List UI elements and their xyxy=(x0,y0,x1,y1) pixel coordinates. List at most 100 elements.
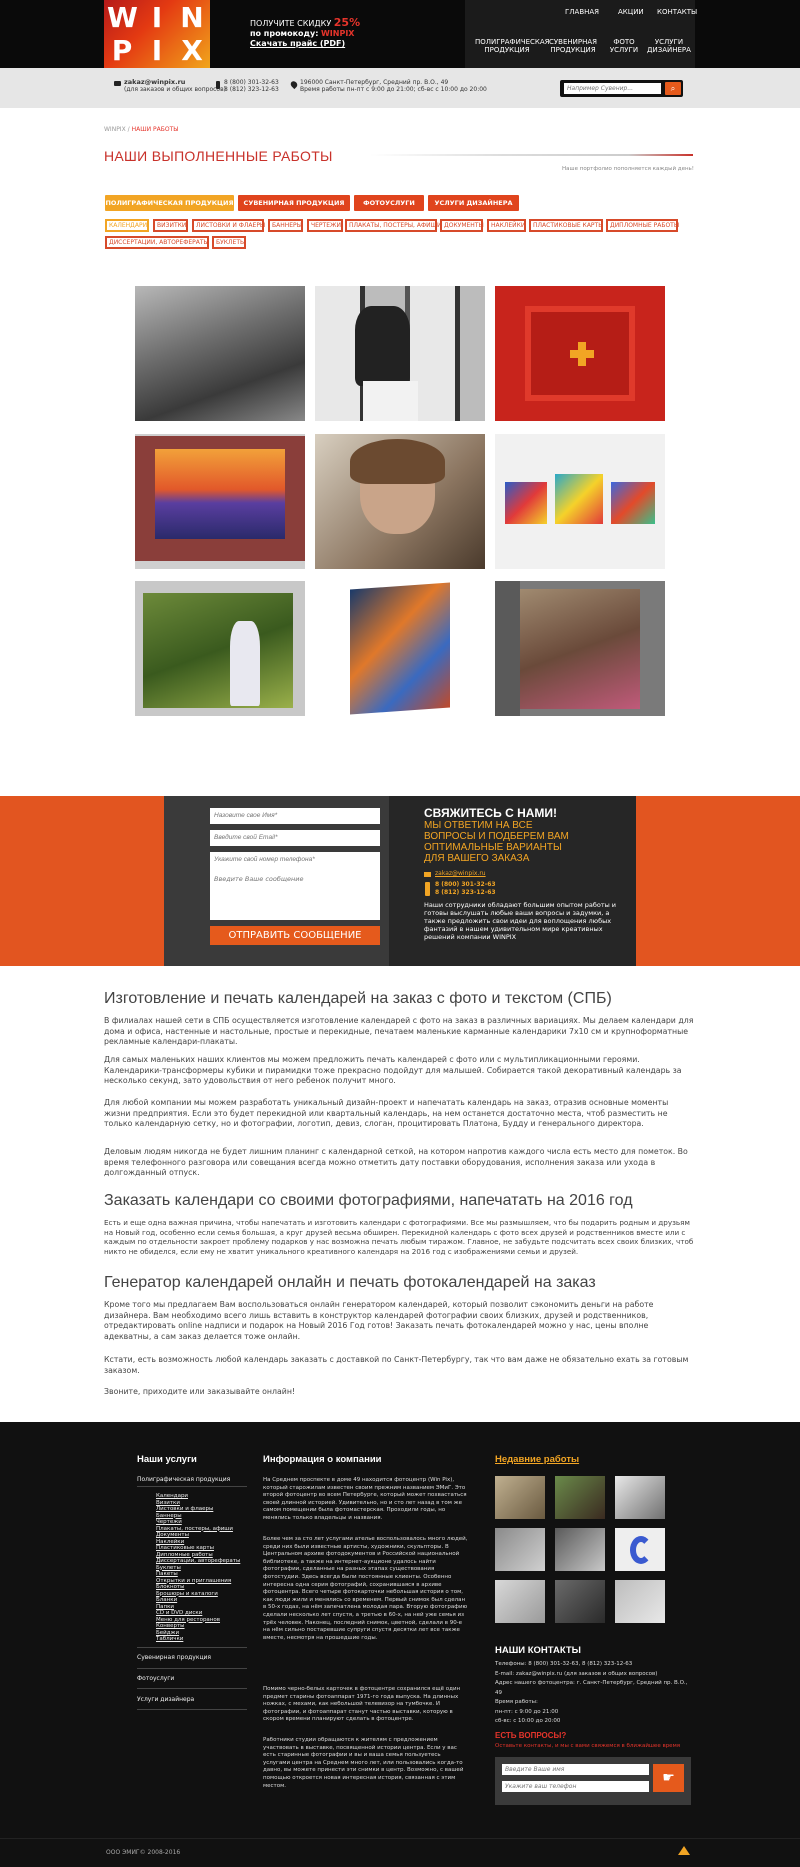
contact-phones: 8 (800) 301-32-63 8 (812) 323-12-63 xyxy=(224,79,279,93)
recent-title[interactable]: Недавние работы xyxy=(495,1454,579,1465)
breadcrumb-current: НАШИ РАБОТЫ xyxy=(131,126,179,133)
tab-polygraphy[interactable]: ПОЛИГРАФИЧЕСКАЯ ПРОДУКЦИЯ xyxy=(105,195,234,211)
nav-contacts[interactable]: КОНТАКТЫ xyxy=(657,8,697,16)
article-paragraph: Кроме того мы предлагаем Вам воспользова… xyxy=(104,1300,654,1341)
divider xyxy=(137,1709,247,1710)
scroll-top-icon[interactable] xyxy=(678,1846,690,1855)
promo-code: WINPIX xyxy=(320,29,355,38)
tab-designer[interactable]: УСЛУГИ ДИЗАЙНЕРА xyxy=(428,195,519,211)
recent-thumb[interactable] xyxy=(555,1580,605,1623)
gallery-photo[interactable] xyxy=(495,434,665,569)
recent-thumb[interactable] xyxy=(495,1580,545,1623)
gallery-photo[interactable] xyxy=(315,581,485,716)
info-title: Информация о компании xyxy=(263,1454,382,1465)
promo-line1: ПОЛУЧИТЕ СКИДКУ xyxy=(250,19,332,28)
tab-photo[interactable]: ФОТОУСЛУГИ xyxy=(354,195,424,211)
gallery-photo[interactable] xyxy=(315,286,485,421)
nav-designer[interactable]: УСЛУГИ ДИЗАЙНЕРА xyxy=(647,38,691,54)
article-paragraph: Деловым людям никогда не будет лишним пл… xyxy=(104,1147,688,1177)
recent-thumb[interactable] xyxy=(495,1476,545,1519)
subtag-documents[interactable]: ДОКУМЕНТЫ xyxy=(440,219,484,232)
callback-name-field[interactable] xyxy=(502,1764,649,1775)
contact-email[interactable]: zakaz@winpix.ru (для заказов и общих вопр… xyxy=(124,79,226,94)
contacts-list: Телефоны: 8 (800) 301-32-63, 8 (812) 323… xyxy=(495,1661,688,1724)
subtag-drawings[interactable]: ЧЕРТЕЖИ xyxy=(307,219,343,232)
promo-block: ПОЛУЧИТЕ СКИДКУ 25% по промокоду: WINPIX… xyxy=(250,16,361,49)
subtag-cards[interactable]: ВИЗИТКИ xyxy=(153,219,188,232)
price-download-link[interactable]: Скачать прайс (PDF) xyxy=(250,39,360,49)
gallery-photo[interactable] xyxy=(495,286,665,421)
title-note: Наше портфолио пополняется каждый день! xyxy=(562,166,694,172)
gallery-photo[interactable] xyxy=(135,286,305,421)
promo-percent: 25% xyxy=(333,16,361,29)
subtag-dissertations[interactable]: ДИССЕРТАЦИИ, АВТОРЕФЕРАТЫ xyxy=(105,236,209,249)
gallery-photo[interactable] xyxy=(135,434,305,569)
subtag-diplomas[interactable]: ДИПЛОМНЫЕ РАБОТЫ xyxy=(606,219,679,232)
phone-icon xyxy=(425,882,430,896)
services-sublink[interactable]: Таблички xyxy=(156,1636,246,1643)
callback-phone-field[interactable] xyxy=(502,1781,649,1792)
services-sublink[interactable]: Диссертации, авторефераты xyxy=(156,1558,246,1565)
subtag-booklets[interactable]: БУКЛЕТЫ xyxy=(212,236,246,249)
phone-icon xyxy=(216,81,220,89)
article-heading-1: Изготовление и печать календарей на зака… xyxy=(104,990,612,1007)
promo-line2: по промокоду: xyxy=(250,29,319,38)
ask-text: Оставьте контакты, и мы с вами свяжемся … xyxy=(495,1743,681,1749)
mail-icon xyxy=(424,872,431,877)
copyright: ООО ЭМИГ© 2008-2016 xyxy=(106,1849,181,1856)
subtag-banners[interactable]: БАННЕРЫ xyxy=(268,219,303,232)
article-paragraph: Кстати, есть возможность любой календарь… xyxy=(104,1355,689,1375)
logo-letter: P xyxy=(111,34,133,67)
recent-thumb[interactable] xyxy=(615,1580,665,1623)
tab-souvenirs[interactable]: СУВЕНИРНАЯ ПРОДУКЦИЯ xyxy=(238,195,350,211)
services-link[interactable]: Сувенирная продукция xyxy=(137,1654,211,1662)
nav-photo[interactable]: ФОТО УСЛУГИ xyxy=(609,38,639,54)
nav-home[interactable]: ГЛАВНАЯ xyxy=(565,8,599,16)
recent-thumb[interactable] xyxy=(615,1476,665,1519)
search-icon[interactable]: ⌕ xyxy=(665,82,681,95)
services-link[interactable]: Фотоуслуги xyxy=(137,1675,174,1683)
info-paragraph: Помимо черно-белых карточек в фотоцентре… xyxy=(263,1686,461,1723)
article-heading-3: Генератор календарей онлайн и печать фот… xyxy=(104,1274,596,1291)
message-field[interactable] xyxy=(210,868,380,920)
gallery-photo[interactable] xyxy=(315,434,485,569)
search-input[interactable] xyxy=(564,83,661,94)
gallery-photo[interactable] xyxy=(495,581,665,716)
nav-polygraphy[interactable]: ПОЛИГРАФИЧЕСКАЯ ПРОДУКЦИЯ xyxy=(475,38,550,54)
divider xyxy=(137,1486,247,1487)
gallery-photo[interactable] xyxy=(135,581,305,716)
article-paragraph: Для самых маленьких наших клиентов мы мо… xyxy=(104,1055,682,1085)
services-list: Календари Визитки Листовки и флаеры Баннеры… xyxy=(156,1493,246,1643)
name-field[interactable] xyxy=(210,808,380,824)
breadcrumb-home[interactable]: WINPIX xyxy=(104,126,126,133)
callback-send-icon[interactable]: ☛ xyxy=(653,1764,684,1792)
logo[interactable]: W I N P I X xyxy=(104,0,210,68)
subtag-plastic-cards[interactable]: ПЛАСТИКОВЫЕ КАРТЫ xyxy=(529,219,604,232)
subtag-calendars[interactable]: КАЛЕНДАРИ xyxy=(105,219,149,232)
services-main-link[interactable]: Полиграфическая продукция xyxy=(137,1476,230,1484)
article-paragraph: Звоните, приходите или заказывайте онлай… xyxy=(104,1387,296,1396)
contact-subheading: МЫ ОТВЕТИМ НА ВСЕ ВОПРОСЫ И ПОДБЕРЕМ ВАМ… xyxy=(424,820,569,864)
phone-field[interactable] xyxy=(210,852,380,868)
breadcrumb: WINPIX / НАШИ РАБОТЫ xyxy=(104,126,179,133)
subtag-flyers[interactable]: ЛИСТОВКИ И ФЛАЕРЫ xyxy=(192,219,265,232)
logo-letter: X xyxy=(181,34,203,67)
divider xyxy=(137,1688,247,1689)
email-field[interactable] xyxy=(210,830,380,846)
subtag-stickers[interactable]: НАКЛЕЙКИ xyxy=(487,219,526,232)
services-link[interactable]: Услуги дизайнера xyxy=(137,1696,194,1704)
subtag-posters[interactable]: ПЛАКАТЫ, ПОСТЕРЫ, АФИШИ xyxy=(345,219,442,232)
mail-icon xyxy=(114,81,121,86)
search-box: ⌕ xyxy=(560,80,683,97)
recent-thumb[interactable] xyxy=(555,1476,605,1519)
nav-promotions[interactable]: АКЦИИ xyxy=(618,8,644,16)
recent-thumb[interactable] xyxy=(495,1528,545,1571)
recent-thumb[interactable] xyxy=(615,1528,665,1571)
send-button[interactable]: ОТПРАВИТЬ СООБЩЕНИЕ xyxy=(210,926,380,945)
contact-email[interactable]: zakaz@winpix.ru xyxy=(435,870,486,878)
nav-souvenirs[interactable]: СУВЕНИРНАЯ ПРОДУКЦИЯ xyxy=(547,38,599,54)
info-paragraph: На Среднем проспекте в доме 49 находится… xyxy=(263,1477,467,1521)
info-paragraph: Более чем за сто лет услугами ателье вос… xyxy=(263,1536,468,1641)
recent-thumb[interactable] xyxy=(555,1528,605,1571)
logo-letter: W xyxy=(107,1,138,34)
